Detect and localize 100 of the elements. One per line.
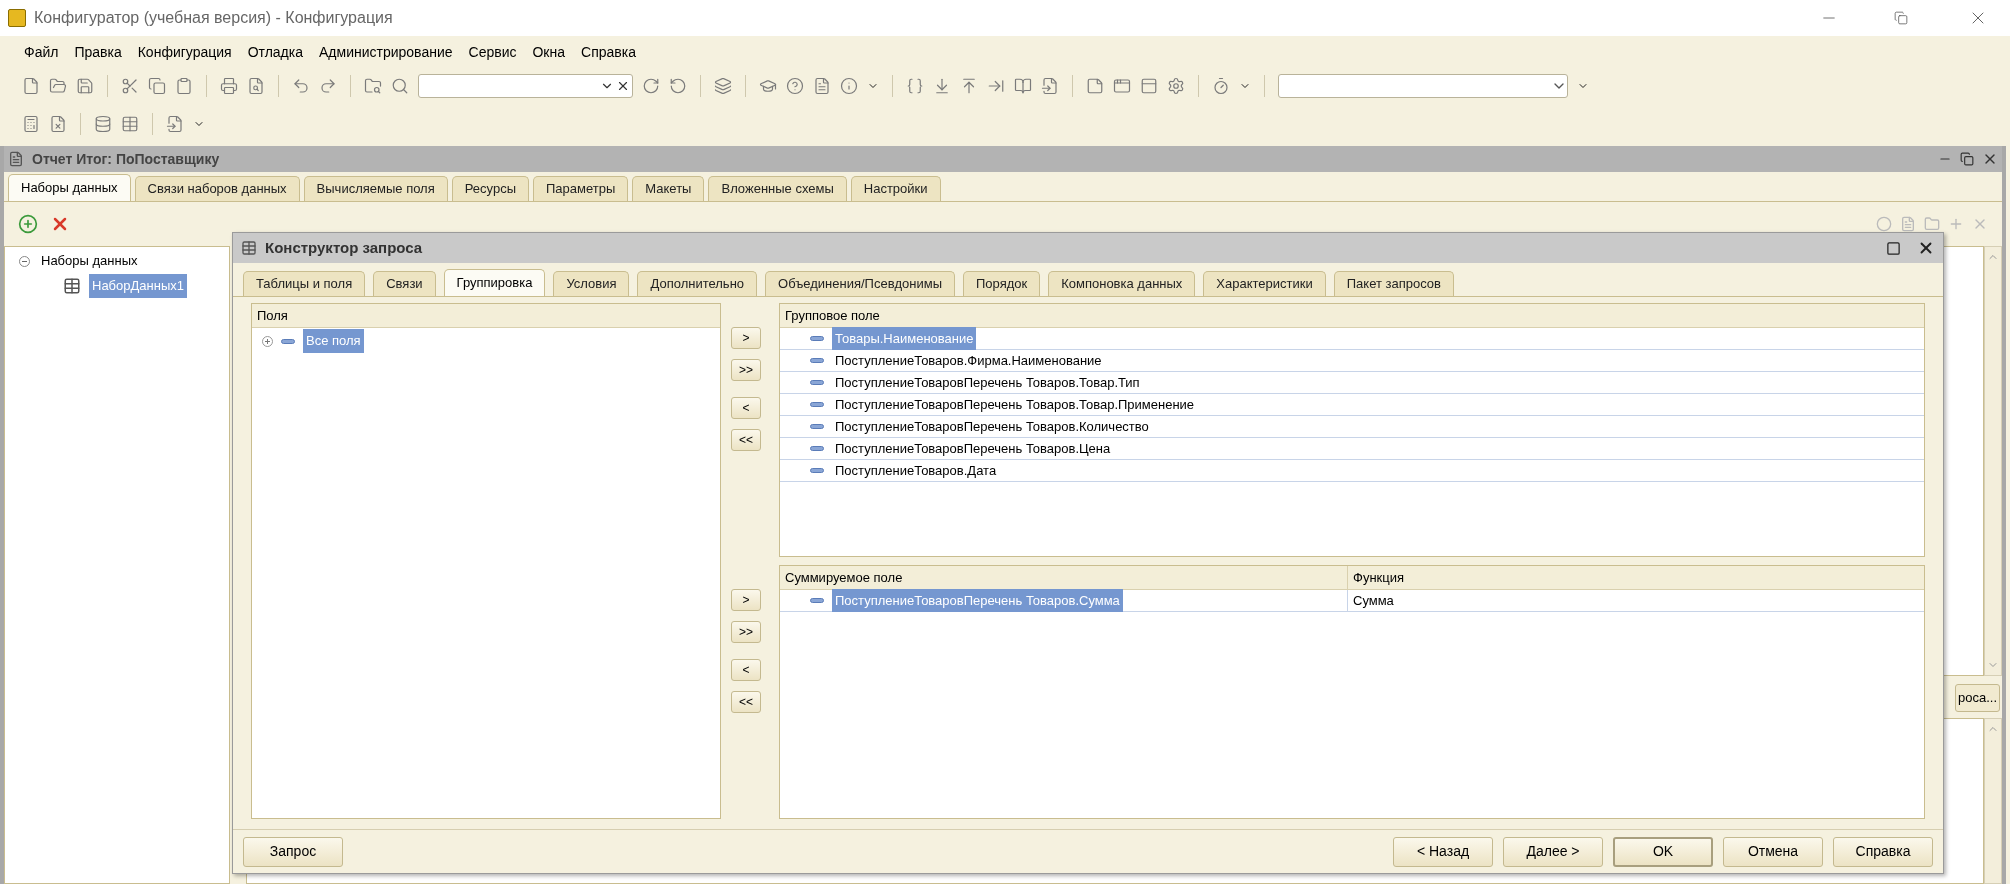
move-button[interactable]: >	[731, 589, 761, 611]
find-next-icon[interactable]	[642, 77, 660, 95]
table-icon[interactable]	[121, 115, 139, 133]
windows-icon[interactable]	[714, 77, 732, 95]
tab[interactable]: Связи	[373, 271, 436, 296]
gear-icon[interactable]	[1167, 77, 1185, 95]
tab[interactable]: Дополнительно	[637, 271, 758, 296]
tab[interactable]: Таблицы и поля	[243, 271, 366, 296]
print-icon[interactable]	[220, 77, 238, 95]
help-icon[interactable]	[786, 77, 804, 95]
move-button[interactable]: <	[731, 397, 761, 419]
document-icon[interactable]	[813, 77, 831, 95]
calculator-icon[interactable]	[22, 115, 40, 133]
document-icon	[8, 151, 24, 167]
paste-icon[interactable]	[175, 77, 193, 95]
tab[interactable]: Характеристики	[1203, 271, 1326, 296]
dialog-button[interactable]: Справка	[1833, 836, 1933, 867]
column-header: Групповое поле	[780, 304, 1924, 328]
scrollbar[interactable]	[1984, 718, 2002, 884]
move-button[interactable]: >	[731, 327, 761, 349]
tab[interactable]: Наборы данных	[8, 174, 131, 201]
folder-search-icon[interactable]	[364, 77, 382, 95]
maximize-icon[interactable]	[1886, 240, 1901, 256]
group-field-item[interactable]: ПоступлениеТоваровПеречень Товаров.Количество	[832, 414, 1152, 439]
book-icon[interactable]	[1014, 77, 1032, 95]
move-button[interactable]: >>	[731, 621, 761, 643]
field-icon	[810, 380, 824, 385]
cut-icon[interactable]	[121, 77, 139, 95]
dialog-button[interactable]: < Назад	[1393, 836, 1493, 867]
dialog-button[interactable]: Отмена	[1723, 836, 1823, 867]
field-icon	[810, 336, 824, 341]
find-previous-icon[interactable]	[669, 77, 687, 95]
tab[interactable]: Параметры	[533, 176, 629, 201]
save-icon[interactable]	[76, 77, 94, 95]
move-button[interactable]: >>	[731, 359, 761, 381]
menu-item[interactable]: Файл	[24, 41, 59, 63]
undo-icon[interactable]	[292, 77, 310, 95]
redo-icon[interactable]	[319, 77, 337, 95]
table-icon	[241, 240, 257, 256]
group-field-item[interactable]: ПоступлениеТоваровПеречень Товаров.Товар.Тип	[832, 370, 1143, 395]
tab[interactable]: Группировка	[443, 269, 546, 296]
folder-icon[interactable]	[49, 77, 67, 95]
window-icon[interactable]	[1113, 77, 1131, 95]
clear-icon[interactable]	[616, 79, 630, 93]
menu-item[interactable]: Сервис	[468, 41, 517, 63]
step-over-icon[interactable]	[933, 77, 951, 95]
tab[interactable]: Настройки	[850, 176, 941, 201]
add-table-icon[interactable]	[18, 214, 38, 234]
dialog-button[interactable]: Далее >	[1503, 836, 1603, 867]
tab[interactable]: Порядок	[963, 271, 1041, 296]
graduate-icon[interactable]	[759, 77, 777, 95]
dialog-button[interactable]: Запрос	[243, 836, 343, 867]
menu-item[interactable]: Отладка	[247, 41, 303, 63]
search-field[interactable]	[418, 74, 633, 98]
document-title: Отчет Итог: ПоПоставщику	[32, 149, 220, 169]
field-icon	[810, 598, 824, 603]
note-icon[interactable]	[1086, 77, 1104, 95]
tab[interactable]: Условия	[553, 271, 630, 296]
page-arrow-icon[interactable]	[1041, 77, 1059, 95]
menu-item[interactable]: Конфигурация	[137, 41, 232, 63]
tab[interactable]: Объединения/Псевдонимы	[765, 271, 955, 296]
page-arrow-icon[interactable]	[166, 115, 184, 133]
move-button[interactable]: <<	[731, 691, 761, 713]
field-icon	[281, 338, 295, 344]
move-button[interactable]: <	[731, 659, 761, 681]
panel-icon[interactable]	[1140, 77, 1158, 95]
tab[interactable]: Пакет запросов	[1333, 271, 1454, 296]
new-file-icon[interactable]	[22, 77, 40, 95]
group-field-item[interactable]: ПоступлениеТоваровПеречень Товаров.Товар.Применение	[832, 392, 1198, 417]
tab[interactable]: Связи наборов данных	[134, 176, 300, 201]
info-icon[interactable]	[840, 77, 858, 95]
dialog-button[interactable]: OK	[1613, 836, 1713, 867]
database-icon[interactable]	[94, 115, 112, 133]
tab[interactable]: Компоновка данных	[1048, 271, 1196, 296]
tab[interactable]: Вычисляемые поля	[303, 176, 448, 201]
document-x-icon[interactable]	[49, 115, 67, 133]
search-icon[interactable]	[391, 77, 409, 95]
move-button[interactable]: <<	[731, 429, 761, 451]
preview-icon[interactable]	[247, 77, 265, 95]
step-out-icon[interactable]	[960, 77, 978, 95]
tree-item[interactable]: Наборы данных	[38, 249, 141, 273]
group-field-item[interactable]: ПоступлениеТоваров.Фирма.Наименование	[832, 348, 1105, 373]
menu-item[interactable]: Окна	[532, 41, 565, 63]
run-to-cursor-icon[interactable]	[987, 77, 1005, 95]
combo-field[interactable]	[1278, 74, 1568, 98]
copy-icon[interactable]	[148, 77, 166, 95]
step-into-icon[interactable]	[906, 77, 924, 95]
tab[interactable]: Вложенные схемы	[708, 176, 847, 201]
tab[interactable]: Макеты	[632, 176, 705, 201]
menu-item[interactable]: Справка	[581, 41, 636, 63]
restore-icon[interactable]	[1960, 152, 1974, 166]
menu-item[interactable]: Правка	[74, 41, 122, 63]
tab[interactable]: Ресурсы	[451, 176, 529, 201]
field-icon	[810, 446, 824, 451]
stopwatch-icon[interactable]	[1212, 77, 1230, 95]
restore-icon[interactable]	[1894, 11, 1908, 25]
group-field-item[interactable]: ПоступлениеТоваровПеречень Товаров.Цена	[832, 436, 1114, 461]
menu-item[interactable]: Администрирование	[319, 41, 453, 63]
group-field-item[interactable]: ПоступлениеТоваров.Дата	[832, 458, 1000, 483]
query-builder-button[interactable]: роса...	[1954, 684, 2000, 712]
